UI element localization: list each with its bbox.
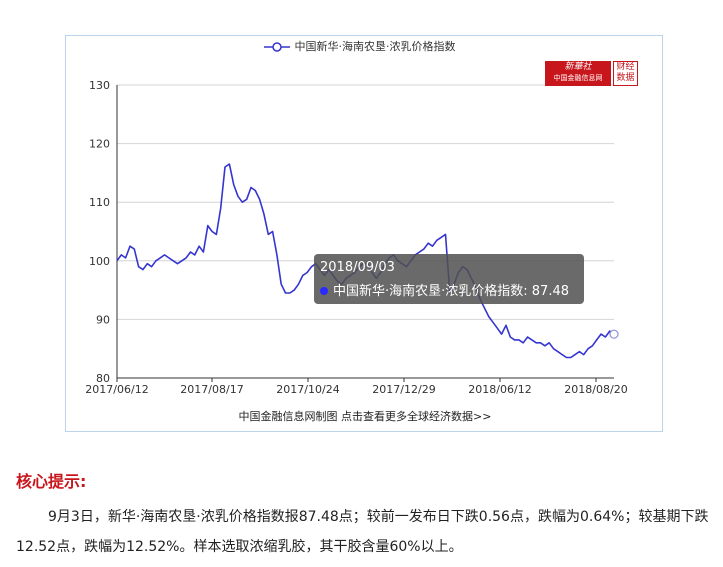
y-tick-label: 110 [89, 196, 110, 209]
chart-footer-link[interactable]: 中国金融信息网制图 点击查看更多全球经济数据>> [66, 408, 664, 424]
summary-paragraph: 9月3日，新华·海南农垦·浓乳价格指数报87.48点；较前一发布日下跌0.56点… [16, 509, 709, 555]
y-tick-label: 120 [89, 138, 110, 151]
x-tick-label: 2018/08/20 [564, 383, 627, 396]
y-tick-label: 100 [89, 255, 110, 268]
x-tick-label: 2017/12/29 [372, 383, 435, 396]
chart-legend[interactable]: 中国新华·海南农垦·浓乳价格指数 [263, 38, 456, 54]
y-tick-label: 90 [96, 313, 110, 326]
section-title: 核心提示: [16, 472, 87, 491]
logo-line1: 新華社 [564, 62, 592, 72]
x-tick-label: 2018/06/12 [468, 383, 531, 396]
tooltip-value: 中国新华·海南农垦·浓乳价格指数: 87.48 [333, 283, 569, 299]
logo-red-block: 新華社 中国金融信息网 [545, 61, 611, 86]
tooltip-series-dot [320, 287, 328, 295]
x-tick-label: 2017/06/12 [85, 383, 148, 396]
last-point-marker [609, 329, 619, 339]
x-tick-label: 2017/10/24 [276, 383, 339, 396]
xinhua-finance-logo: 新華社 中国金融信息网 财经数据 [545, 61, 638, 86]
price-index-chart: 80901001101201302017/06/12 2017/08/17 2017… [85, 79, 627, 396]
legend-line-icon [264, 42, 290, 52]
logo-box: 财经数据 [613, 61, 638, 86]
legend-label: 中国新华·海南农垦·浓乳价格指数 [294, 40, 456, 53]
logo-line2: 中国金融信息网 [553, 74, 603, 82]
chart-frame: 80 90 100 110 120 130 2017/06/12 2017/08/17 2017… [65, 35, 663, 432]
tooltip-date: 2018/09/03 [320, 260, 395, 275]
y-tick-label: 130 [89, 79, 110, 92]
x-tick-label: 2017/08/17 [180, 383, 243, 396]
